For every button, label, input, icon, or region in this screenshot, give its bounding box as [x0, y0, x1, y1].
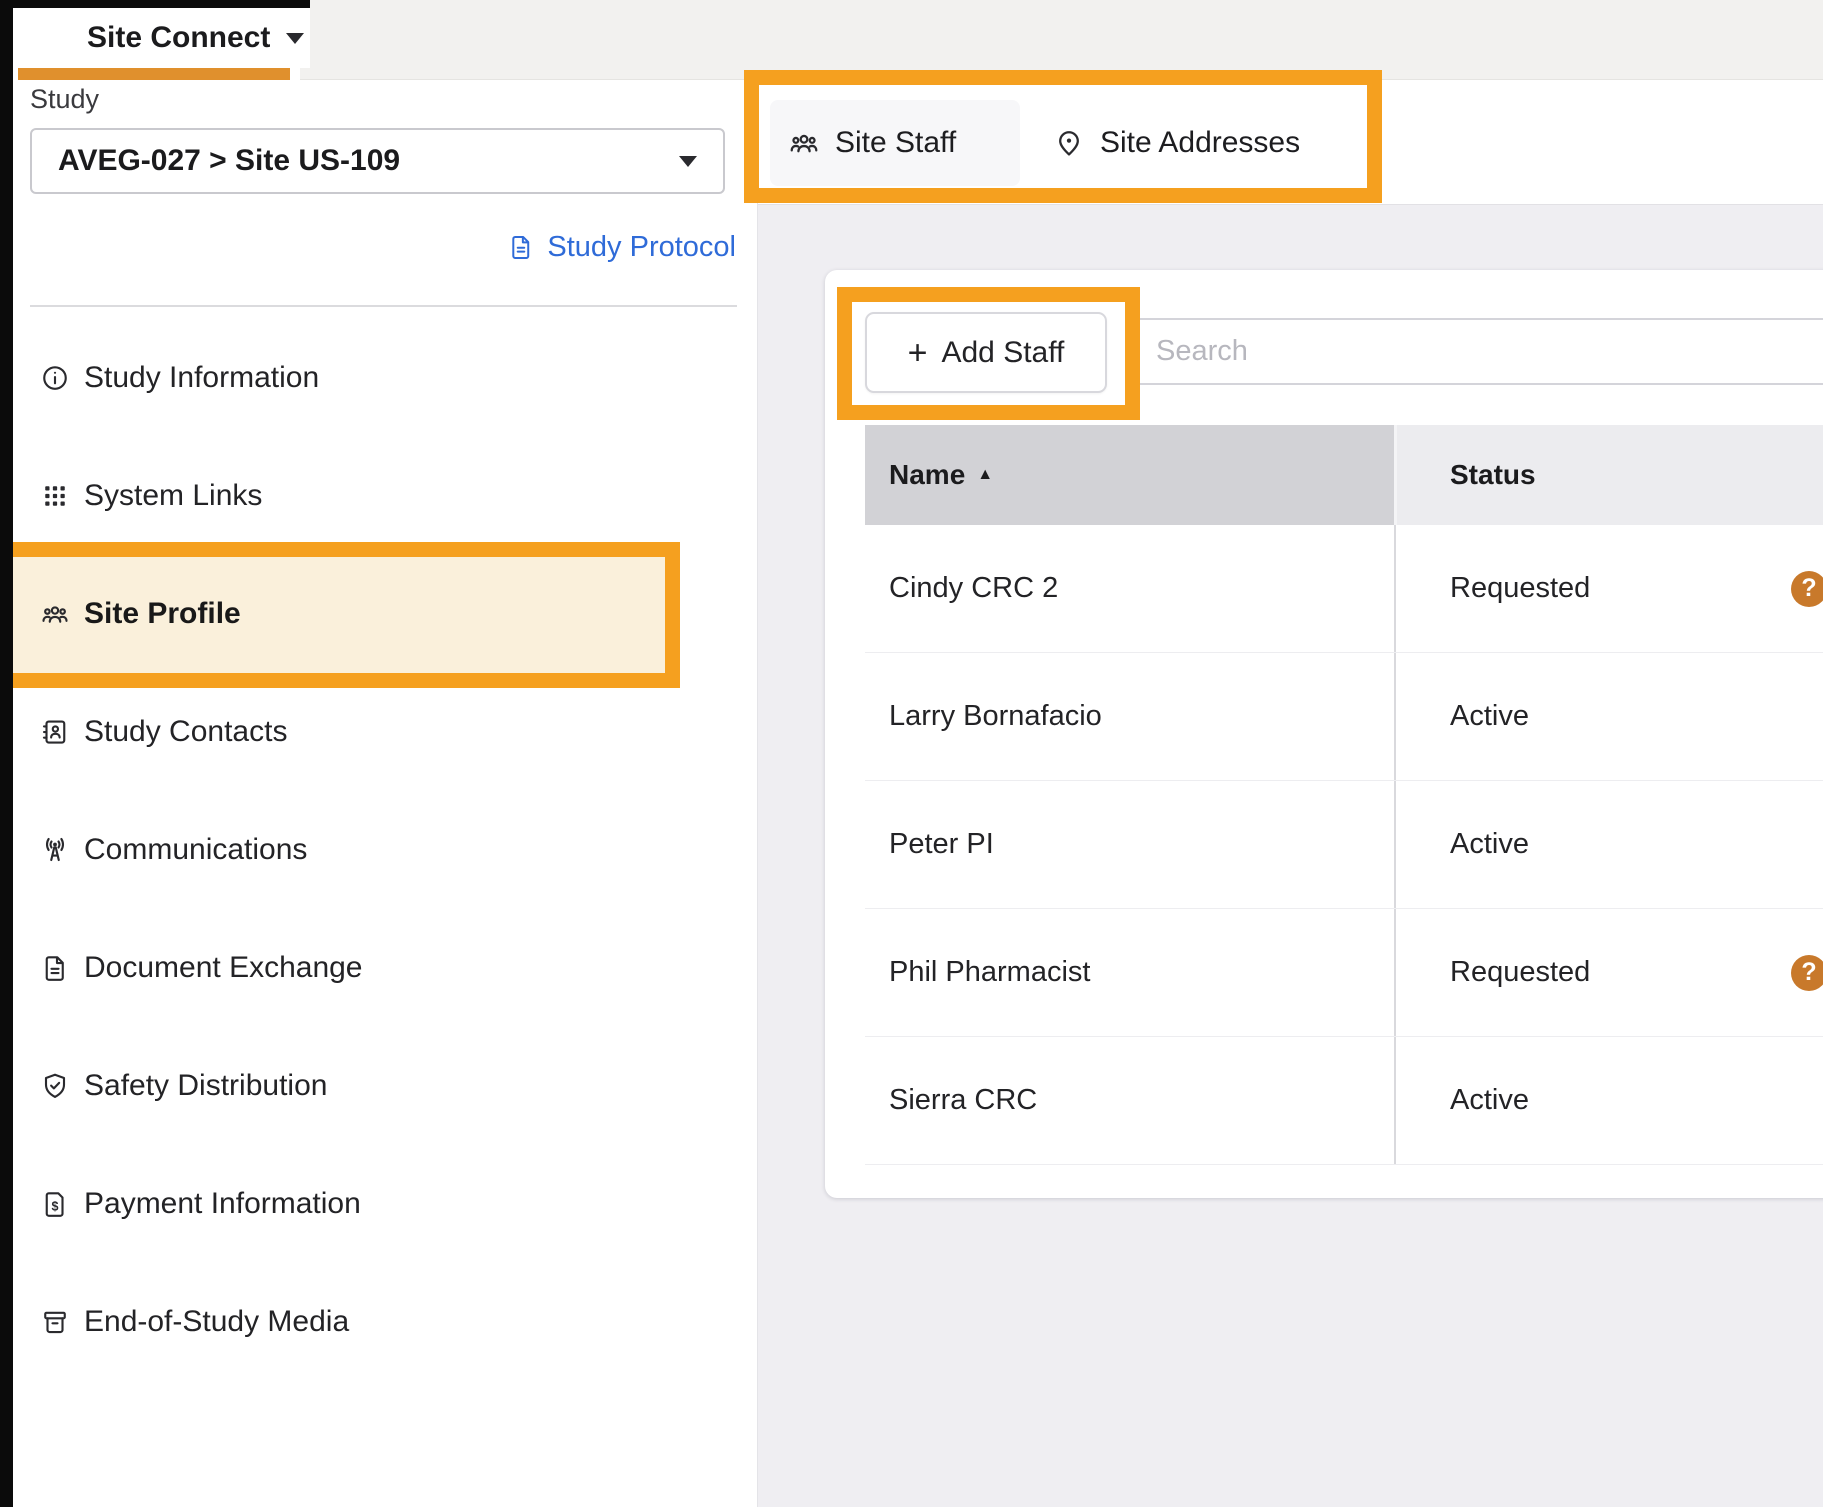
sidebar-item-label: Study Information [84, 361, 319, 395]
plus-icon: + [908, 336, 928, 370]
tab-label: Site Addresses [1100, 126, 1300, 160]
product-tab-label: Site Connect [87, 21, 270, 55]
sidebar-item-label: System Links [84, 479, 262, 513]
status-text: Requested [1450, 572, 1590, 605]
table-header-row: Name ▲ Status [865, 425, 1823, 525]
search-input[interactable] [1128, 318, 1823, 385]
people-icon [788, 127, 820, 159]
status-text: Requested [1450, 956, 1590, 989]
column-header-status[interactable]: Status [1394, 425, 1823, 525]
contact-card-icon [40, 717, 70, 747]
sidebar-item-study-contacts[interactable]: Study Contacts [13, 673, 757, 791]
product-tab-site-connect[interactable]: Site Connect [25, 8, 310, 68]
table-row[interactable]: Sierra CRC Active ? [865, 1037, 1823, 1165]
archive-box-icon [40, 1307, 70, 1337]
tab-site-staff[interactable]: Site Staff [788, 80, 956, 205]
sidebar-item-label: Study Contacts [84, 715, 287, 749]
study-selector-value: AVEG-027 > Site US-109 [58, 144, 400, 178]
column-header-label: Name [889, 459, 965, 491]
sort-asc-icon: ▲ [977, 466, 993, 484]
sidebar-item-site-profile[interactable]: Site Profile [13, 555, 757, 673]
staff-name-cell: Peter PI [865, 781, 1394, 908]
table-row[interactable]: Peter PI Active ? [865, 781, 1823, 909]
status-text: Active [1450, 1084, 1529, 1117]
study-field-label: Study [30, 84, 99, 115]
staff-name-cell: Sierra CRC [865, 1037, 1394, 1164]
add-staff-button[interactable]: + Add Staff [865, 312, 1107, 393]
study-protocol-link[interactable]: Study Protocol [507, 230, 736, 264]
window-top-edge [0, 0, 310, 8]
payment-doc-icon: $ [40, 1189, 70, 1219]
staff-status-cell: Active ? [1394, 1037, 1823, 1164]
staff-table: Name ▲ Status Cindy CRC 2 Requested ? La… [865, 425, 1823, 1165]
staff-status-cell: Active ? [1394, 653, 1823, 780]
sidebar-item-safety-distribution[interactable]: Safety Distribution [13, 1027, 757, 1145]
document-icon [40, 953, 70, 983]
top-bar [300, 0, 1823, 80]
tab-site-addresses[interactable]: Site Addresses [1053, 80, 1300, 205]
document-icon [507, 233, 535, 261]
chevron-down-icon [286, 33, 304, 44]
sidebar-item-end-of-study-media[interactable]: End-of-Study Media [13, 1263, 757, 1381]
help-icon[interactable]: ? [1791, 955, 1823, 991]
column-header-name[interactable]: Name ▲ [865, 425, 1394, 525]
table-row[interactable]: Cindy CRC 2 Requested ? [865, 525, 1823, 653]
sidebar-item-label: Communications [84, 833, 307, 867]
location-pin-icon [1053, 127, 1085, 159]
staff-name-cell: Cindy CRC 2 [865, 525, 1394, 652]
antenna-icon [40, 835, 70, 865]
column-header-label: Status [1450, 459, 1536, 491]
chevron-down-icon [679, 156, 697, 167]
tab-label: Site Staff [835, 126, 956, 160]
staff-name-cell: Larry Bornafacio [865, 653, 1394, 780]
sidebar-item-label: End-of-Study Media [84, 1305, 349, 1339]
svg-text:$: $ [52, 1199, 59, 1213]
info-icon [40, 363, 70, 393]
table-row[interactable]: Phil Pharmacist Requested ? [865, 909, 1823, 1037]
sidebar-divider [30, 305, 737, 307]
sidebar-item-label: Safety Distribution [84, 1069, 327, 1103]
staff-status-cell: Requested ? [1394, 909, 1823, 1036]
sidebar-item-label: Site Profile [84, 597, 241, 631]
window-left-edge [0, 0, 13, 1507]
study-selector-dropdown[interactable]: AVEG-027 > Site US-109 [30, 128, 725, 194]
site-staff-card: + Add Staff Name ▲ Status Cindy CRC 2 Re… [825, 270, 1823, 1198]
sidebar-item-study-information[interactable]: Study Information [13, 319, 757, 437]
table-row[interactable]: Larry Bornafacio Active ? [865, 653, 1823, 781]
staff-status-cell: Requested ? [1394, 525, 1823, 652]
shield-check-icon [40, 1071, 70, 1101]
sidebar-nav: Study Information System Links [13, 319, 757, 1381]
sidebar-item-communications[interactable]: Communications [13, 791, 757, 909]
sidebar-item-document-exchange[interactable]: Document Exchange [13, 909, 757, 1027]
status-text: Active [1450, 700, 1529, 733]
content-tab-bar: Site Staff Site Addresses [758, 80, 1823, 205]
help-icon[interactable]: ? [1791, 571, 1823, 607]
status-text: Active [1450, 828, 1529, 861]
sidebar-item-label: Payment Information [84, 1187, 361, 1221]
app-window: Site Connect Study AVEG-027 > Site US-10… [0, 0, 1823, 1507]
sidebar-item-system-links[interactable]: System Links [13, 437, 757, 555]
sidebar: Study AVEG-027 > Site US-109 Study Proto… [13, 80, 758, 1507]
sidebar-item-label: Document Exchange [84, 951, 363, 985]
study-protocol-label: Study Protocol [547, 231, 736, 264]
people-icon [40, 599, 70, 629]
sidebar-item-payment-information[interactable]: $ Payment Information [13, 1145, 757, 1263]
staff-status-cell: Active ? [1394, 781, 1823, 908]
staff-name-cell: Phil Pharmacist [865, 909, 1394, 1036]
grid-icon [40, 481, 70, 511]
add-staff-label: Add Staff [941, 336, 1064, 370]
